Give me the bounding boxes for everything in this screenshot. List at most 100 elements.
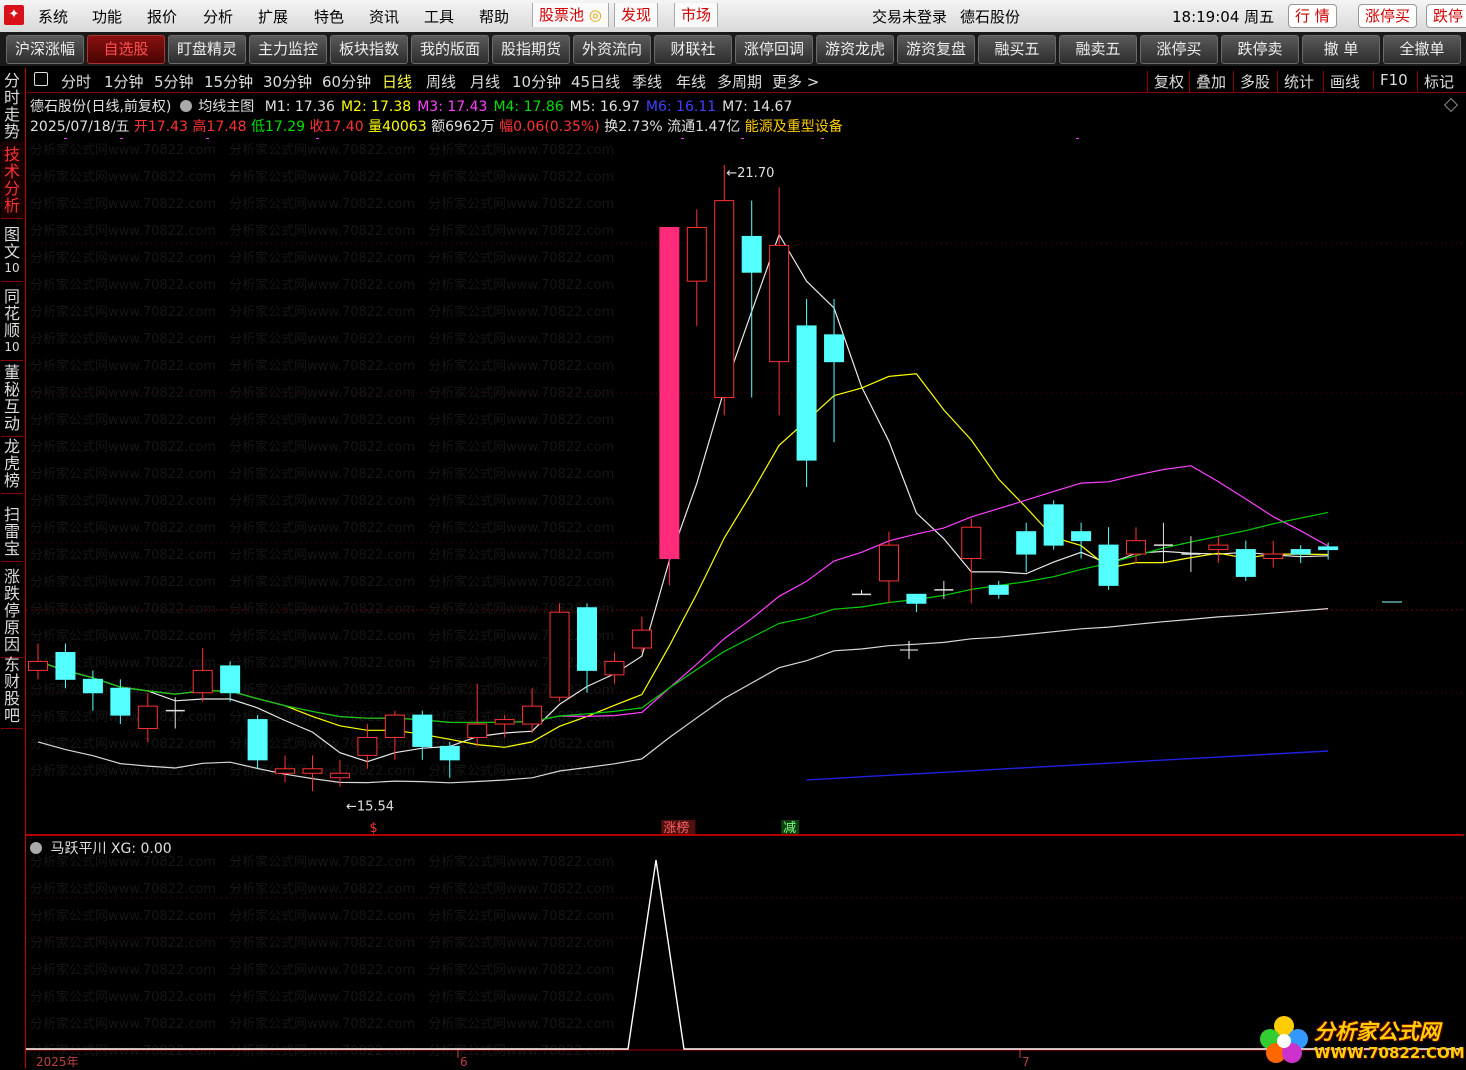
- layout-toggle-icon[interactable]: [34, 72, 48, 86]
- period-tab-5[interactable]: 60分钟: [322, 71, 371, 92]
- toolbar-button-15[interactable]: 跌停卖: [1221, 35, 1299, 64]
- limit-up-buy-button[interactable]: 涨停买: [1358, 4, 1418, 28]
- candle-body: [1098, 544, 1119, 586]
- toolbar-button-2[interactable]: 盯盘精灵: [168, 35, 246, 64]
- toolbar-button-17[interactable]: 全撤单: [1383, 35, 1461, 64]
- menu-quote[interactable]: 报价: [147, 6, 177, 27]
- period-tab-13[interactable]: 多周期: [717, 71, 762, 92]
- indicator-dropdown-icon[interactable]: [179, 100, 192, 112]
- side-tab-6[interactable]: 扫雷宝: [1, 502, 23, 562]
- ma-label-4: M4: 17.86: [493, 99, 564, 115]
- period-tab-9[interactable]: 10分钟: [512, 71, 561, 92]
- stock-title: 德石股份(日线,前复权): [30, 99, 172, 115]
- period-tab-12[interactable]: 年线: [676, 71, 706, 92]
- toolbar-button-3[interactable]: 主力监控: [249, 35, 327, 64]
- period-tab-4[interactable]: 30分钟: [263, 71, 312, 92]
- limit-down-button[interactable]: 跌停: [1426, 4, 1466, 28]
- chart-tool-4[interactable]: 画线: [1323, 71, 1360, 92]
- side-tab-char: 析: [3, 196, 20, 215]
- candle-body: [659, 226, 680, 560]
- toolbar-button-14[interactable]: 涨停买: [1140, 35, 1218, 64]
- side-tab-4[interactable]: 董秘互动: [1, 360, 23, 437]
- menu-function[interactable]: 功能: [92, 6, 122, 27]
- chart-tool-6[interactable]: 标记: [1417, 71, 1454, 92]
- period-tab-1[interactable]: 1分钟: [104, 71, 144, 92]
- watermark-text: 分析家公式网www.70822.com 分析家公式网www.70822.com …: [30, 547, 614, 563]
- toolbar-button-0[interactable]: 沪深涨幅: [6, 35, 84, 64]
- period-tab-0[interactable]: 分时: [61, 71, 91, 92]
- side-tab-0[interactable]: 分时走势: [1, 68, 23, 145]
- toolbar-button-6[interactable]: 股指期货: [492, 35, 570, 64]
- candle-body: [467, 723, 488, 738]
- indicator-name[interactable]: 均线主图: [198, 99, 254, 115]
- float-label: 流通: [667, 119, 696, 135]
- side-tab-char: 技: [3, 145, 20, 164]
- period-tab-2[interactable]: 5分钟: [154, 71, 194, 92]
- toolbar-button-5[interactable]: 我的版面: [411, 35, 489, 64]
- side-tab-2[interactable]: 图文 10: [1, 222, 23, 282]
- candle-body: [604, 660, 625, 676]
- chart-tool-2[interactable]: 多股: [1233, 71, 1270, 92]
- menu-feature[interactable]: 特色: [314, 6, 344, 27]
- sub-indicator-chart[interactable]: 分析家公式网www.70822.com 分析家公式网www.70822.com …: [26, 836, 1464, 1068]
- candle-body: [1235, 549, 1256, 577]
- menu-system[interactable]: 系统: [38, 6, 68, 27]
- clock: 18:19:04 周五: [1172, 8, 1275, 26]
- chart-tool-5[interactable]: F10: [1373, 71, 1408, 89]
- chart-tool-0[interactable]: 复权: [1147, 71, 1184, 92]
- chart-tool-3[interactable]: 统计: [1277, 71, 1314, 92]
- candle-body: [522, 705, 543, 725]
- chart-tool-1[interactable]: 叠加: [1189, 71, 1226, 92]
- side-tab-8[interactable]: 东财股吧: [1, 652, 23, 729]
- menu-tools[interactable]: 工具: [424, 6, 454, 27]
- signal-dot: [206, 138, 209, 139]
- period-tab-3[interactable]: 15分钟: [204, 71, 253, 92]
- menu-discover[interactable]: 发现: [614, 3, 659, 27]
- menu-news[interactable]: 资讯: [369, 6, 399, 27]
- toolbar-button-1[interactable]: 自选股: [87, 35, 165, 64]
- side-tab-char: 龙: [3, 437, 20, 456]
- period-tab-11[interactable]: 季线: [632, 71, 662, 92]
- toolbar: 沪深涨幅 自选股 盯盘精灵 主力监控 板块指数 我的版面 股指期货 外资流向 财联社 涨停回调 游资…: [0, 32, 1466, 66]
- side-tab-char: 秘: [3, 380, 20, 399]
- candle-body: [824, 334, 845, 363]
- toolbar-button-7[interactable]: 外资流向: [573, 35, 651, 64]
- period-tab-8[interactable]: 月线: [470, 71, 500, 92]
- app-logo-icon[interactable]: ✦: [4, 5, 24, 25]
- toolbar-button-10[interactable]: 游资龙虎: [816, 35, 894, 64]
- menu-help[interactable]: 帮助: [479, 6, 509, 27]
- menu-analysis[interactable]: 分析: [203, 6, 233, 27]
- period-tab-7[interactable]: 周线: [426, 71, 456, 92]
- period-tab-10[interactable]: 45日线: [571, 71, 620, 92]
- candle-body: [247, 719, 268, 761]
- menu-stock-pool[interactable]: 股票池 ◎: [532, 3, 609, 27]
- ma-label-3: M3: 17.43: [417, 99, 488, 115]
- toolbar-button-9[interactable]: 涨停回调: [735, 35, 813, 64]
- period-tab-6[interactable]: 日线: [382, 71, 412, 92]
- flower-logo-icon: [1260, 1016, 1308, 1063]
- toolbar-button-13[interactable]: 融卖五: [1059, 35, 1137, 64]
- watermark-text: 分析家公式网www.70822.com 分析家公式网www.70822.com …: [30, 250, 614, 266]
- watermark-text: 分析家公式网www.70822.com 分析家公式网www.70822.com …: [30, 358, 614, 374]
- menu-extend[interactable]: 扩展: [258, 6, 288, 27]
- watermark-text: 分析家公式网www.70822.com 分析家公式网www.70822.com …: [30, 655, 614, 671]
- side-tab-char: 扫: [3, 505, 20, 524]
- watermark-text: 分析家公式网www.70822.com 分析家公式网www.70822.com …: [30, 574, 614, 590]
- diamond-icon[interactable]: [1443, 97, 1459, 113]
- menu-market[interactable]: 市场: [674, 3, 719, 27]
- quote-button[interactable]: 行 情: [1288, 4, 1337, 28]
- side-tab-5[interactable]: 龙虎榜: [1, 434, 23, 494]
- side-tab-char: 图: [3, 225, 20, 244]
- period-tab-14[interactable]: 更多 >: [772, 71, 819, 92]
- watermark-text: 分析家公式网www.70822.com 分析家公式网www.70822.com …: [30, 277, 614, 293]
- side-tab-char: 分: [3, 179, 20, 198]
- toolbar-button-8[interactable]: 财联社: [654, 35, 732, 64]
- side-tab-1[interactable]: 技术分析: [1, 142, 23, 219]
- toolbar-button-12[interactable]: 融买五: [978, 35, 1056, 64]
- toolbar-button-4[interactable]: 板块指数: [330, 35, 408, 64]
- side-tab-3[interactable]: 同花顺 10: [1, 284, 23, 361]
- side-tab-7[interactable]: 涨跌停原因: [1, 564, 23, 658]
- candlestick-chart[interactable]: 分析家公式网www.70822.com 分析家公式网www.70822.com …: [26, 138, 1464, 834]
- toolbar-button-16[interactable]: 撤 单: [1302, 35, 1380, 64]
- toolbar-button-11[interactable]: 游资复盘: [897, 35, 975, 64]
